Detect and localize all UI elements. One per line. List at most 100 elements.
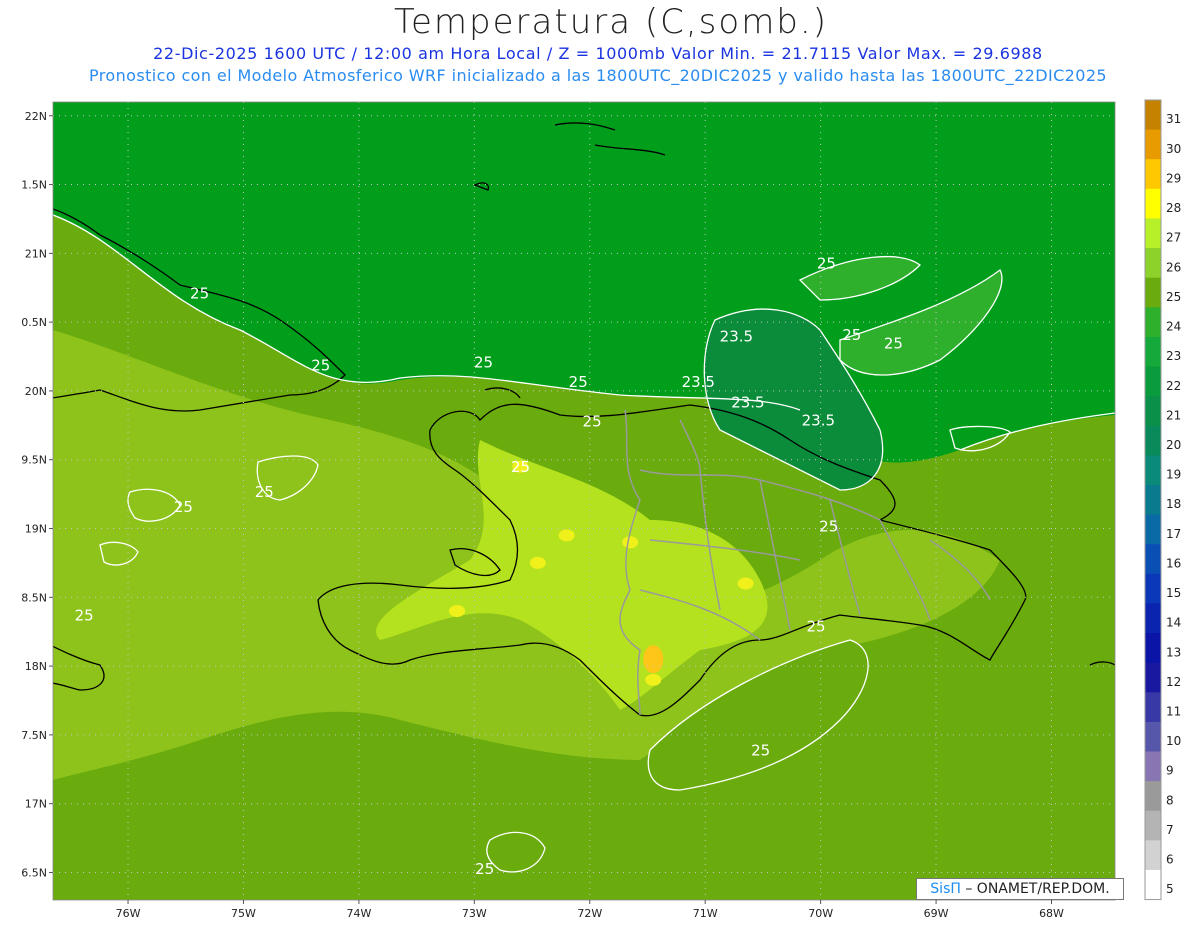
- sispi-logo: SisΠ: [930, 881, 961, 897]
- colorbar-swatch: [1145, 692, 1161, 723]
- contour-label: 25: [474, 354, 493, 372]
- contour-label: 25: [817, 254, 836, 272]
- lat-tick-label: 17N: [25, 798, 47, 811]
- contour-label: 25: [819, 517, 838, 535]
- colorbar-label: 29: [1166, 171, 1181, 185]
- contour-label: 25: [511, 458, 530, 476]
- lon-tick-label: 73W: [462, 907, 487, 920]
- colorbar-swatch: [1145, 307, 1161, 338]
- colorbar-swatch: [1145, 425, 1161, 456]
- colorbar-label: 16: [1166, 556, 1181, 570]
- hotspot-28: [737, 577, 754, 590]
- lon-tick-label: 68W: [1039, 907, 1064, 920]
- colorbar-label: 8: [1166, 793, 1174, 807]
- contour-label: 25: [475, 860, 494, 878]
- contour-label: 25: [174, 498, 193, 516]
- credit-box: SisΠ – ONAMET/REP.DOM.: [916, 878, 1124, 900]
- colorbar-label: 27: [1166, 231, 1181, 245]
- hotspot-28: [449, 605, 466, 618]
- colorbar-label: 6: [1166, 853, 1174, 867]
- colorbar-swatch: [1145, 603, 1161, 634]
- colorbar-label: 15: [1166, 586, 1181, 600]
- lat-tick-label: 20N: [25, 385, 47, 398]
- colorbar-label: 28: [1166, 201, 1181, 215]
- colorbar-label: 23: [1166, 349, 1181, 363]
- colorbar-swatch: [1145, 336, 1161, 368]
- lon-tick-label: 75W: [231, 907, 256, 920]
- lat-tick-label: 21N: [25, 247, 47, 260]
- colorbar-label: 21: [1166, 408, 1181, 422]
- colorbar-swatch: [1145, 455, 1161, 486]
- lat-tick-label: 9.5N: [21, 454, 47, 467]
- lat-tick-label: 0.5N: [21, 316, 47, 329]
- lat-tick-label: 19N: [25, 523, 47, 536]
- colorbar-swatch: [1145, 840, 1161, 871]
- colorbar-swatch: [1145, 544, 1161, 575]
- colorbar-label: 13: [1166, 645, 1181, 659]
- colorbar-swatch: [1145, 810, 1161, 841]
- hotspot-28: [643, 645, 664, 674]
- hotspot-28: [645, 673, 662, 686]
- contour-label: 25: [842, 326, 861, 344]
- contour-label: 23.5: [802, 411, 835, 429]
- colorbar-swatch: [1145, 159, 1161, 190]
- colorbar-label: 7: [1166, 823, 1174, 837]
- plot-area: 25 25 25 25 25 25 25 25 25 25 25 25 25 25 25 25 23.5 23.5…: [53, 102, 1115, 900]
- lat-tick-label: 8.5N: [21, 591, 47, 604]
- colorbar-swatch: [1145, 662, 1161, 693]
- contour-label: 25: [806, 618, 825, 636]
- colorbar-swatch: [1145, 277, 1161, 308]
- colorbar-label: 5: [1166, 882, 1174, 896]
- lat-tick-label: 1.5N: [21, 179, 47, 192]
- colorbar-label: 17: [1166, 527, 1181, 541]
- colorbar-swatch: [1145, 781, 1161, 812]
- hotspot-28: [558, 529, 575, 542]
- colorbar-label: 14: [1166, 616, 1181, 630]
- hotspot-28: [622, 536, 639, 549]
- contour-label: 25: [884, 334, 903, 352]
- colorbar-label: 22: [1166, 379, 1181, 393]
- lat-tick-label: 7.5N: [21, 729, 47, 742]
- colorbar-label: 18: [1166, 497, 1181, 511]
- lat-tick-label: 6.5N: [21, 866, 47, 879]
- colorbar-swatch: [1145, 188, 1161, 219]
- contour-label: 25: [255, 483, 274, 501]
- colorbar-label: 11: [1166, 705, 1181, 719]
- contour-label: 25: [569, 373, 588, 391]
- colorbar-swatch: [1145, 484, 1161, 516]
- colorbar-swatch: [1145, 573, 1161, 604]
- colorbar-label: 20: [1166, 438, 1181, 452]
- lon-tick-label: 71W: [693, 907, 718, 920]
- colorbar: 31 30 29 28 27 26 25 24 23 22 21 20 19 18 17 16 15 14 13 12…: [1144, 99, 1181, 901]
- lat-tick-label: 18N: [25, 660, 47, 673]
- colorbar-swatch: [1145, 248, 1161, 279]
- colorbar-swatch: [1145, 366, 1161, 397]
- colorbar-swatch: [1145, 396, 1161, 427]
- colorbar-swatch: [1145, 751, 1161, 782]
- contour-label: 25: [311, 356, 330, 374]
- contour-label: 23.5: [682, 373, 715, 391]
- lon-tick-label: 74W: [346, 907, 371, 920]
- lon-tick-label: 76W: [116, 907, 141, 920]
- colorbar-swatch: [1145, 218, 1161, 249]
- colorbar-label: 31: [1166, 112, 1181, 126]
- lon-tick-label: 70W: [808, 907, 833, 920]
- colorbar-label: 9: [1166, 764, 1174, 778]
- contour-label: 25: [751, 742, 770, 760]
- contour-label: 23.5: [720, 327, 753, 345]
- colorbar-swatch: [1145, 721, 1161, 752]
- colorbar-label: 12: [1166, 675, 1181, 689]
- colorbar-swatch: [1145, 100, 1161, 131]
- contour-label: 25: [75, 607, 94, 625]
- lat-tick-label: 22N: [25, 110, 47, 123]
- colorbar-label: 25: [1166, 290, 1181, 304]
- colorbar-label: 24: [1166, 320, 1181, 334]
- contour-label: 25: [190, 285, 209, 303]
- colorbar-swatch: [1145, 869, 1161, 901]
- colorbar-swatch: [1145, 129, 1161, 160]
- contour-label: 23.5: [731, 393, 764, 411]
- temperature-map: 25 25 25 25 25 25 25 25 25 25 25 25 25 25 25 25 23.5 23.5…: [21, 99, 1181, 920]
- colorbar-label: 10: [1166, 734, 1181, 748]
- hotspot-28: [529, 556, 546, 569]
- colorbar-label: 30: [1166, 142, 1181, 156]
